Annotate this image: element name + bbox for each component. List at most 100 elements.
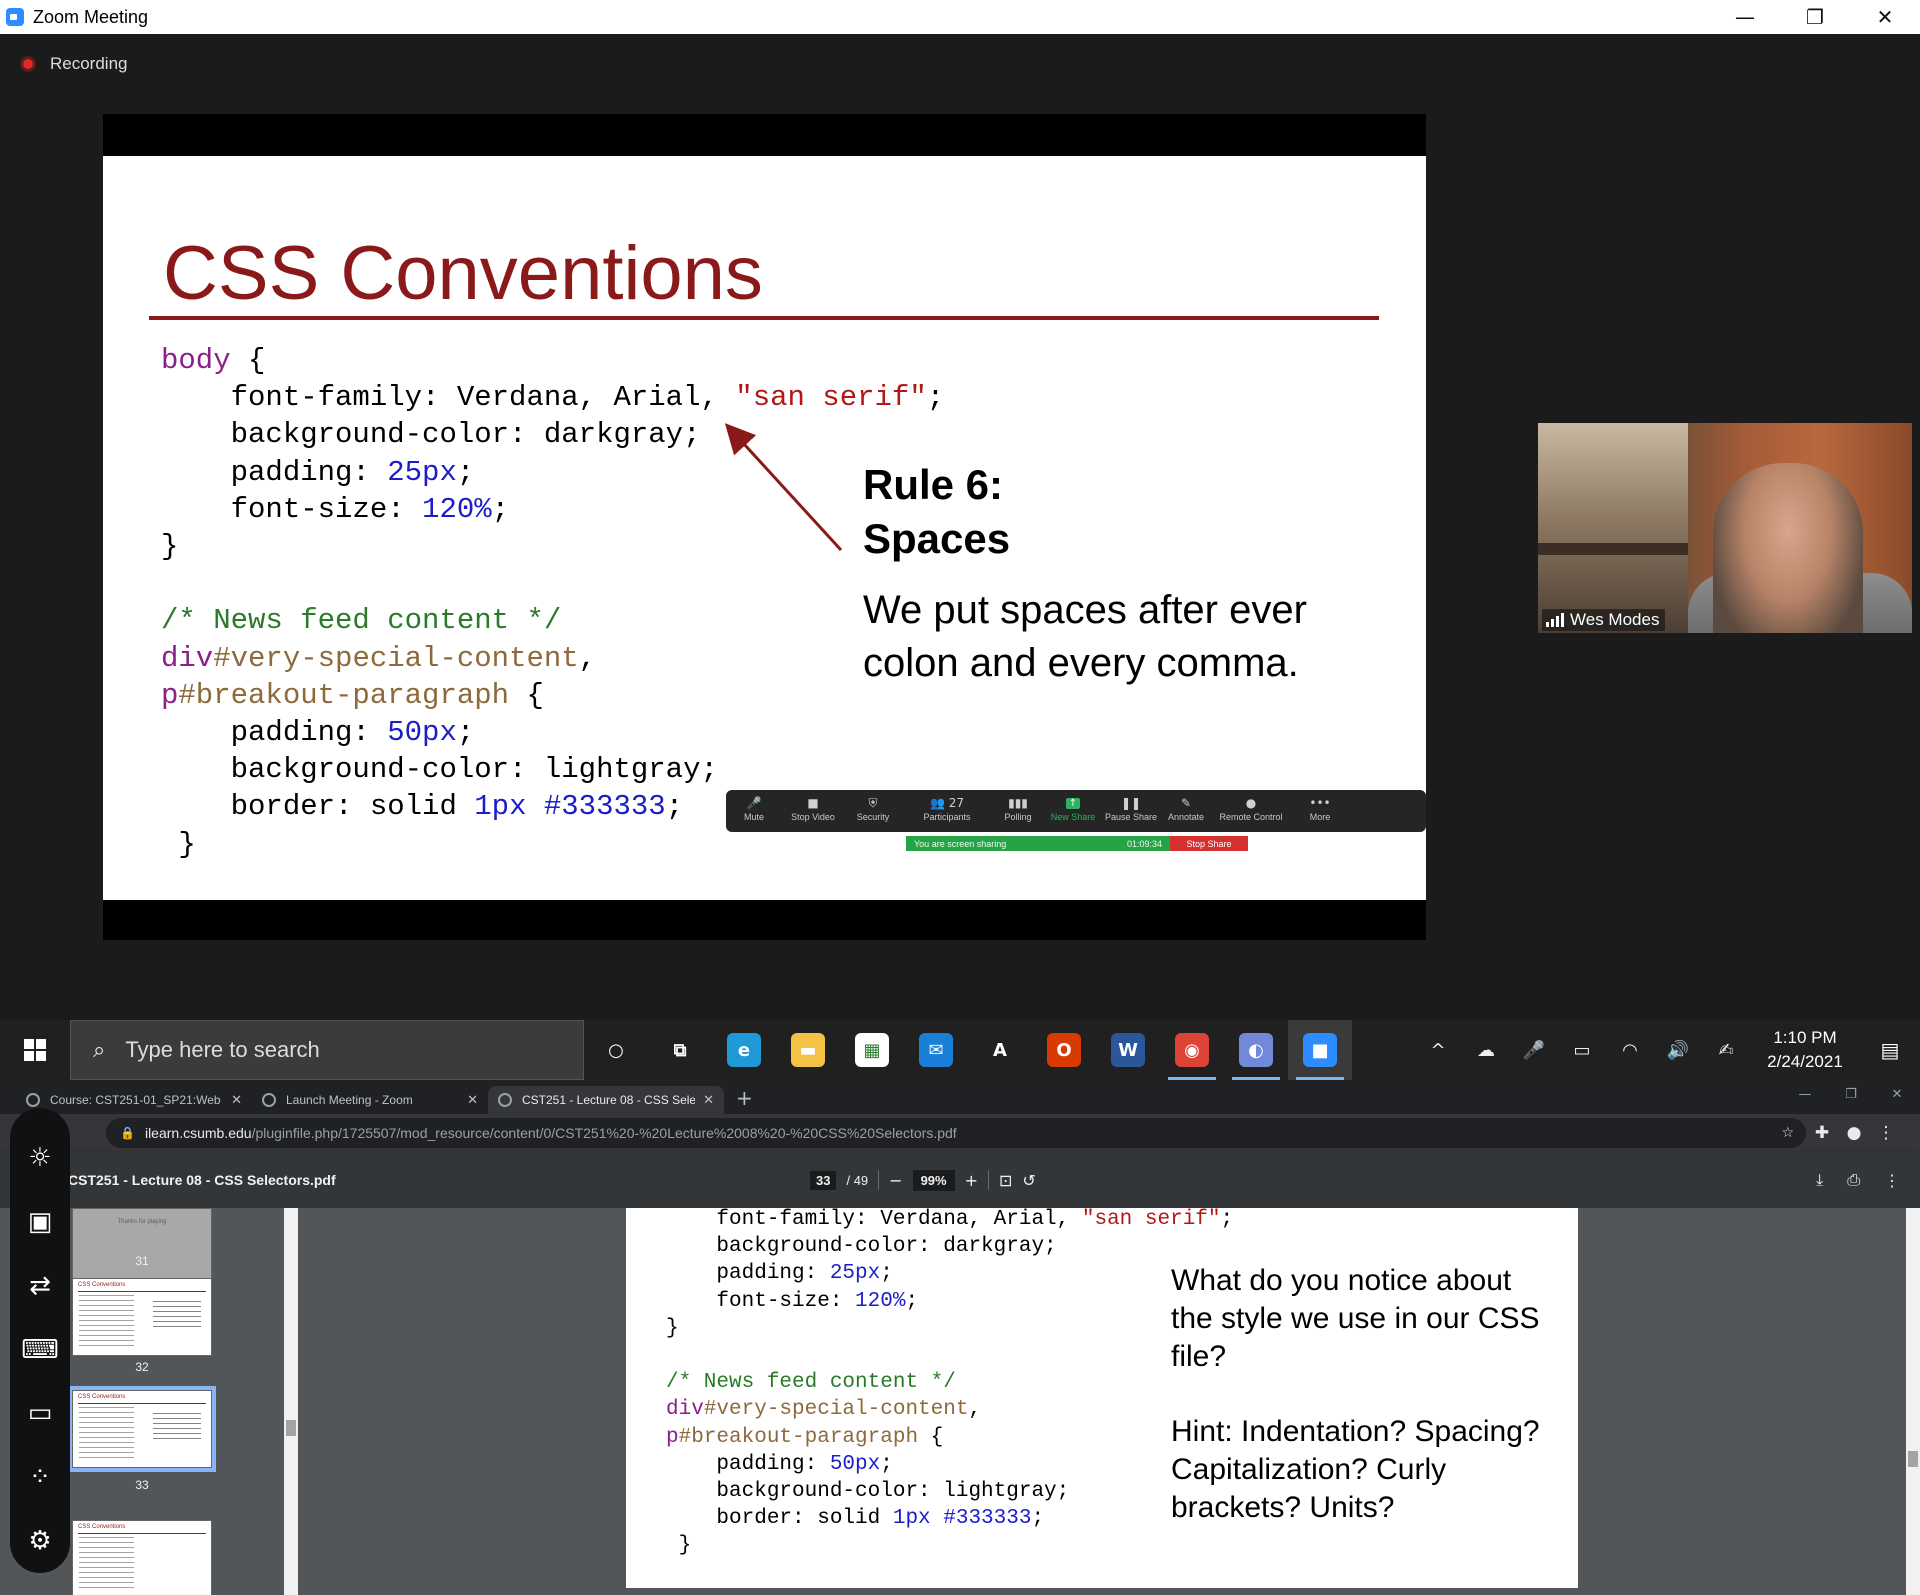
- tab-launch-meeting[interactable]: Launch Meeting - Zoom ✕: [252, 1086, 488, 1114]
- sidebar-scroll-thumb[interactable]: [286, 1420, 296, 1436]
- tab-close-icon[interactable]: ✕: [231, 1093, 242, 1108]
- video-person: [1713, 463, 1863, 633]
- tab-close-icon[interactable]: ✕: [467, 1093, 478, 1108]
- thumbnail-page-34[interactable]: CSS Conventions: [72, 1520, 212, 1595]
- recording-indicator[interactable]: Recording: [20, 54, 128, 74]
- page-total: / 49: [846, 1172, 869, 1188]
- video-background: [1538, 423, 1688, 633]
- toolbar-item-security[interactable]: ⛨ Security: [844, 790, 902, 823]
- video-shelf: [1538, 543, 1688, 555]
- toolbar-item-new-share[interactable]: ↑ New Share: [1044, 790, 1102, 822]
- toolbar-item-pause-share[interactable]: ❚❚ Pause Share: [1102, 790, 1160, 822]
- new-tab-button[interactable]: +: [736, 1086, 753, 1110]
- toolbar-item-polling[interactable]: ▮▮▮ Polling: [992, 790, 1044, 822]
- toolbar-glyph: •••: [1309, 796, 1331, 810]
- taskbar-search[interactable]: ⌕ Type here to search: [70, 1020, 584, 1080]
- thumbnail-page-31[interactable]: Thanks for playing: [72, 1208, 212, 1286]
- toolbar-item-more[interactable]: ••• More: [1290, 790, 1350, 822]
- minimize-button[interactable]: —: [1710, 0, 1780, 34]
- pdf-menu-icon[interactable]: ⋮: [1884, 1171, 1900, 1190]
- start-button[interactable]: [0, 1020, 70, 1080]
- zoom-in-icon[interactable]: +: [965, 1171, 978, 1190]
- taskbar-app-task-view[interactable]: ⧉: [648, 1020, 712, 1080]
- thumbnail-title: CSS Conventions: [78, 1394, 126, 1400]
- sidebar-scrollbar[interactable]: [284, 1208, 298, 1595]
- notification-icon[interactable]: ▤: [1860, 1038, 1920, 1062]
- extensions-icon[interactable]: ✚: [1806, 1123, 1838, 1143]
- clock-time: 1:10 PM: [1773, 1028, 1837, 1047]
- toolbar-label: Participants: [923, 812, 971, 822]
- url-path: /pluginfile.php/1725507/mod_resource/con…: [251, 1125, 957, 1141]
- windows-logo-icon: [24, 1039, 46, 1061]
- taskbar-app-file-explorer[interactable]: ▬: [776, 1020, 840, 1080]
- wifi-icon[interactable]: ◠: [1606, 1040, 1654, 1061]
- security-icon: ⛨: [868, 794, 877, 812]
- shared-screen: CSS Conventions body { font-family: Verd…: [103, 114, 1426, 940]
- taskbar-app-cortana[interactable]: ○: [584, 1020, 648, 1080]
- recording-label: Recording: [50, 54, 128, 73]
- print-icon[interactable]: ⎙: [1847, 1170, 1860, 1190]
- taskbar-app-chrome[interactable]: ◉: [1160, 1020, 1224, 1080]
- close-button[interactable]: ✕: [1850, 0, 1920, 34]
- volume-icon[interactable]: 🔊: [1654, 1040, 1702, 1061]
- taskbar-app-store[interactable]: ▦: [840, 1020, 904, 1080]
- zoom-out-icon[interactable]: −: [889, 1171, 902, 1190]
- word-icon: W: [1111, 1033, 1145, 1067]
- apps-dots-icon[interactable]: ⁘: [29, 1445, 51, 1509]
- fit-page-icon[interactable]: ⊡: [999, 1171, 1012, 1190]
- page-code-block: font-family: Verdana, Arial, "san serif"…: [666, 1208, 1234, 1558]
- link-icon[interactable]: ⇄: [29, 1254, 51, 1318]
- viewer-scroll-thumb[interactable]: [1908, 1451, 1918, 1467]
- keyboard-icon[interactable]: ⌨: [21, 1318, 59, 1382]
- taskbar-app-zoom[interactable]: ■: [1288, 1020, 1352, 1080]
- lock-icon: 🔒: [120, 1126, 135, 1140]
- toolbar-item-annotate[interactable]: ✎ Annotate: [1160, 790, 1212, 822]
- mute-icon: 🎤: [747, 794, 762, 812]
- stop-share-button[interactable]: Stop Share: [1170, 836, 1248, 851]
- toolbar-item-remote-control[interactable]: ● Remote Control: [1212, 790, 1290, 822]
- viewer-scrollbar[interactable]: [1906, 1208, 1920, 1595]
- chrome-menu-icon[interactable]: ⋮: [1870, 1123, 1902, 1143]
- zoom-level-input[interactable]: 99%: [912, 1169, 955, 1191]
- chrome-close-button[interactable]: ✕: [1874, 1080, 1920, 1110]
- show-hidden-icons-icon[interactable]: ^: [1414, 1040, 1462, 1061]
- download-icon[interactable]: ⤓: [1816, 1170, 1823, 1190]
- signal-icon: [1546, 613, 1564, 627]
- pause-share-icon: ❚❚: [1121, 794, 1141, 812]
- page-number-input[interactable]: 33: [810, 1170, 837, 1190]
- restore-button[interactable]: ❐: [1780, 0, 1850, 34]
- chrome-restore-button[interactable]: ❐: [1828, 1080, 1874, 1110]
- taskbar-app-affinity[interactable]: A: [968, 1020, 1032, 1080]
- profile-icon[interactable]: ●: [1838, 1123, 1870, 1143]
- tab-lecture-pdf[interactable]: CST251 - Lecture 08 - CSS Select ✕: [488, 1086, 724, 1114]
- taskbar-clock[interactable]: 1:10 PM 2/24/2021: [1750, 1026, 1860, 1074]
- laptop-icon[interactable]: ▭: [28, 1381, 53, 1445]
- toolbar-item-stop-video[interactable]: ■ Stop Video: [782, 790, 844, 822]
- taskbar-app-mail[interactable]: ✉: [904, 1020, 968, 1080]
- thumbnail-page-32[interactable]: CSS Conventions: [72, 1278, 212, 1356]
- microphone-icon[interactable]: 🎤: [1510, 1040, 1558, 1061]
- participant-video[interactable]: Wes Modes: [1538, 423, 1912, 633]
- toolbar-item-participants[interactable]: 👥 27 Participants: [902, 790, 992, 822]
- tab-close-icon[interactable]: ✕: [703, 1093, 714, 1108]
- bookmark-star-icon[interactable]: ☆: [1781, 1125, 1794, 1141]
- settings-icon[interactable]: ⚙: [28, 1509, 51, 1573]
- rotate-icon[interactable]: ↺: [1022, 1171, 1035, 1190]
- battery-icon[interactable]: ▭: [1558, 1040, 1606, 1061]
- polling-icon: ▮▮▮: [1008, 794, 1028, 812]
- panel-icon[interactable]: ▣: [28, 1190, 53, 1254]
- toolbar-item-mute[interactable]: 🎤 Mute: [726, 790, 782, 822]
- taskbar-app-word[interactable]: W: [1096, 1020, 1160, 1080]
- chrome-minimize-button[interactable]: —: [1782, 1080, 1828, 1110]
- address-bar[interactable]: 🔒 ilearn.csumb.edu /pluginfile.php/17255…: [106, 1118, 1806, 1148]
- onedrive-icon[interactable]: ☁: [1462, 1040, 1510, 1061]
- taskbar-app-office[interactable]: O: [1032, 1020, 1096, 1080]
- brightness-icon[interactable]: ☼: [28, 1126, 51, 1190]
- thumbnail-page-33[interactable]: CSS Conventions: [68, 1386, 216, 1472]
- toolbar-label: Pause Share: [1104, 812, 1158, 822]
- taskbar-app-edge[interactable]: e: [712, 1020, 776, 1080]
- annotate-icon: ✎: [1181, 794, 1191, 812]
- rule-text: We put spaces after ever colon and every…: [863, 588, 1307, 685]
- taskbar-app-discord[interactable]: ◐: [1224, 1020, 1288, 1080]
- pen-icon[interactable]: ✍: [1702, 1040, 1750, 1061]
